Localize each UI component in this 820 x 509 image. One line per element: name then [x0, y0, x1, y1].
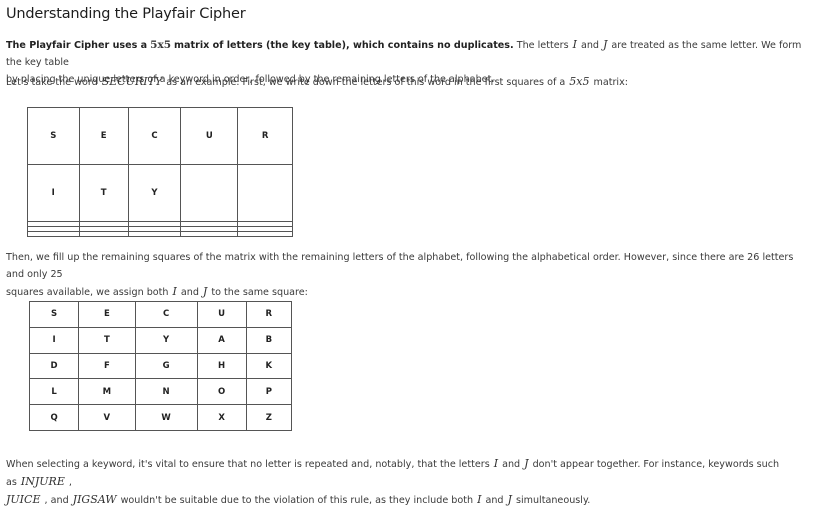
- closing-paragraph: When selecting a keyword, it's vital to …: [6, 455, 814, 509]
- example-word: SECURITY: [101, 75, 163, 88]
- example-size: 5x5: [569, 75, 590, 88]
- intro-bold-pre: The Playfair Cipher uses a: [6, 40, 148, 51]
- table-cell: L: [28, 378, 80, 406]
- closing-and3: and: [485, 495, 504, 506]
- page-title: Understanding the Playfair Cipher: [6, 6, 246, 22]
- table-cell: X: [196, 404, 247, 431]
- table-row: ITYAB: [28, 326, 293, 354]
- closing-var-i: I: [493, 457, 499, 470]
- closing-var-j: J: [524, 457, 529, 470]
- table-cell: Y: [134, 326, 198, 354]
- then-paragraph: Then, we fill up the remaining squares o…: [6, 249, 814, 301]
- table-row: SECUR: [27, 107, 293, 165]
- table-cell: W: [134, 404, 198, 431]
- closing-var-j2: J: [507, 493, 512, 506]
- table-cell: S: [27, 107, 80, 165]
- table-cell: C: [134, 301, 198, 328]
- table-row: ITY: [27, 163, 293, 222]
- table-row: LMNOP: [28, 378, 293, 406]
- table-cell: [237, 163, 293, 222]
- closing-and: and: [502, 459, 521, 470]
- table-cell: [180, 163, 239, 222]
- table-cell: [78, 230, 129, 238]
- table-cell: B: [245, 326, 293, 354]
- intro-bold-post: matrix of letters (the key table), which…: [174, 40, 514, 51]
- table-cell: P: [245, 378, 293, 406]
- keyword-jigsaw: JIGSAW: [72, 493, 117, 506]
- table-cell: U: [196, 301, 247, 328]
- table-cell: V: [78, 404, 136, 431]
- then-line2-pre: squares available, we assign both: [6, 287, 169, 298]
- table-cell: G: [134, 352, 198, 380]
- table-cell: M: [78, 378, 136, 406]
- then-var-j: J: [202, 285, 208, 298]
- table-cell: Y: [127, 163, 182, 222]
- keyword-juice: JUICE: [6, 493, 41, 506]
- table-cell: O: [196, 378, 247, 406]
- table-cell: H: [196, 352, 247, 380]
- intro-var-j: J: [603, 38, 608, 51]
- table-cell: I: [28, 326, 80, 354]
- table-row: SECUR: [28, 301, 293, 328]
- intro-and: and: [580, 40, 599, 51]
- table-cell: C: [127, 107, 182, 165]
- key-table-partial: SECURITY: [27, 107, 293, 238]
- table-cell: [180, 230, 239, 238]
- table-cell: K: [245, 352, 293, 380]
- intro-size-math: 5x5: [150, 39, 172, 51]
- table-cell: U: [180, 107, 239, 165]
- table-cell: I: [27, 163, 80, 222]
- table-cell: D: [28, 352, 80, 380]
- intro-text1: The letters: [516, 40, 569, 51]
- closing-var-i2: I: [477, 493, 482, 506]
- table-row: QVWXZ: [28, 404, 293, 431]
- table-cell: [27, 230, 80, 238]
- table-cell: Z: [245, 404, 293, 431]
- intro-var-i: I: [572, 38, 577, 51]
- then-var-i: I: [172, 285, 177, 298]
- table-cell: E: [78, 301, 136, 328]
- table-row: DFGHK: [28, 352, 293, 380]
- table-cell: F: [78, 352, 136, 380]
- closing-comma: ,: [68, 477, 72, 488]
- table-cell: R: [245, 301, 293, 328]
- closing-comma2: ,: [44, 495, 48, 506]
- table-cell: R: [237, 107, 293, 165]
- keyword-injure: INJURE: [20, 475, 65, 488]
- closing-and2: and: [50, 495, 69, 506]
- example-pre: Let's take the word: [6, 77, 98, 88]
- closing-end: simultaneously.: [515, 495, 591, 506]
- table-cell: Q: [28, 404, 80, 431]
- table-cell: [237, 230, 293, 238]
- table-cell: S: [28, 301, 80, 328]
- example-paragraph: Let's take the word SECURITY as an example…: [6, 73, 814, 91]
- key-table-full: SECURITYABDFGHKLMNOPQVWXZ: [28, 301, 293, 431]
- then-line1: Then, we fill up the remaining squares o…: [6, 252, 794, 280]
- then-line2-post: to the same square:: [211, 287, 308, 298]
- example-mid: as an example. First, we write down the …: [166, 77, 566, 88]
- closing-post: wouldn't be suitable due to the violatio…: [120, 495, 474, 506]
- table-cell: [127, 230, 182, 238]
- example-post: matrix:: [593, 77, 628, 88]
- table-row: [27, 230, 293, 238]
- table-cell: E: [78, 107, 129, 165]
- table-cell: A: [196, 326, 247, 354]
- table-cell: T: [78, 326, 136, 354]
- closing-pre: When selecting a keyword, it's vital to …: [6, 459, 490, 470]
- table-cell: T: [78, 163, 129, 222]
- then-and: and: [180, 287, 199, 298]
- table-cell: N: [134, 378, 198, 406]
